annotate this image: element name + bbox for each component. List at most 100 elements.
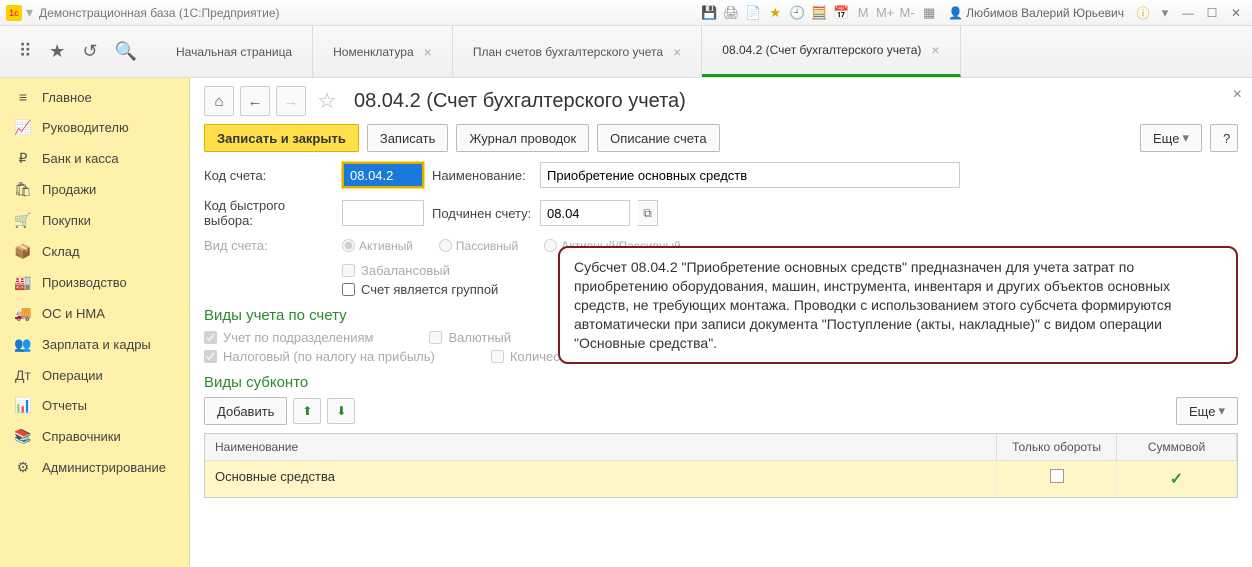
grid-icon[interactable]: ▦: [920, 4, 938, 22]
tab-label: План счетов бухгалтерского учета: [473, 45, 663, 59]
parent-label: Подчинен счету:: [432, 206, 532, 221]
table-row[interactable]: Основные средства ✓: [205, 461, 1237, 497]
sidebar-item-label: Покупки: [42, 213, 91, 228]
clock-icon[interactable]: 🕘: [788, 4, 806, 22]
more-subconto-button[interactable]: Еще: [1176, 397, 1238, 425]
sidebar-item-manager[interactable]: 📈Руководителю: [0, 112, 189, 143]
info-icon[interactable]: ⓘ: [1134, 4, 1152, 22]
tab-label: 08.04.2 (Счет бухгалтерского учета): [722, 43, 921, 57]
home-button[interactable]: ⌂: [204, 86, 234, 116]
checkbox-label: Налоговый (по налогу на прибыль): [223, 349, 435, 364]
subconto-section: Виды субконто: [204, 374, 1238, 391]
bag-icon: 🛍: [14, 181, 32, 198]
quick-code-input[interactable]: [342, 200, 424, 226]
memory-m-icon[interactable]: M: [854, 4, 872, 22]
journal-button[interactable]: Журнал проводок: [456, 124, 589, 152]
chart-icon: 📈: [14, 119, 32, 136]
memory-mminus-icon[interactable]: M-: [898, 4, 916, 22]
app-logo-icon: 1c: [6, 5, 22, 21]
ledger-icon: Дт: [14, 367, 32, 383]
add-button[interactable]: Добавить: [204, 397, 287, 425]
people-icon: 👥: [14, 336, 32, 353]
sidebar-item-label: Зарплата и кадры: [42, 337, 151, 352]
info-dropdown-icon[interactable]: ▾: [1156, 4, 1174, 22]
code-label: Код счета:: [204, 168, 334, 183]
col-sum[interactable]: Суммовой: [1117, 434, 1237, 460]
document-icon[interactable]: 📄: [744, 4, 762, 22]
move-down-button[interactable]: ⬇: [327, 398, 355, 424]
cell-sum[interactable]: ✓: [1117, 461, 1237, 497]
tab-start-page[interactable]: Начальная страница: [156, 26, 313, 77]
page-title: 08.04.2 (Счет бухгалтерского учета): [354, 90, 686, 113]
radio-active: Активный: [342, 239, 413, 253]
minimize-button[interactable]: —: [1178, 5, 1198, 21]
kind-label: Вид счета:: [204, 238, 334, 253]
sidebar-item-label: Производство: [42, 275, 127, 290]
sidebar-item-sales[interactable]: 🛍Продажи: [0, 174, 189, 205]
history-dropdown-icon[interactable]: ▾: [26, 4, 33, 21]
tab-nomenclature[interactable]: Номенклатура: [313, 26, 453, 77]
close-window-button[interactable]: ✕: [1226, 5, 1246, 21]
print-icon[interactable]: 🖨: [722, 4, 740, 22]
close-form-button[interactable]: ×: [1233, 86, 1242, 104]
name-input[interactable]: [540, 162, 960, 188]
sidebar-item-production[interactable]: 🏭Производство: [0, 267, 189, 298]
help-button[interactable]: ?: [1210, 124, 1238, 152]
cell-turnover[interactable]: [997, 461, 1117, 497]
radio-label: Пассивный: [456, 239, 518, 253]
checkbox-label: Счет является группой: [361, 282, 498, 297]
description-button[interactable]: Описание счета: [597, 124, 719, 152]
sidebar-item-purchases[interactable]: 🛒Покупки: [0, 205, 189, 236]
col-name[interactable]: Наименование: [205, 434, 997, 460]
parent-picker-button[interactable]: ⧉: [638, 200, 658, 226]
checkbox-label: Валютный: [448, 330, 511, 345]
col-turnover[interactable]: Только обороты: [997, 434, 1117, 460]
is-group-checkbox: Счет является группой: [342, 282, 498, 297]
maximize-button[interactable]: ☐: [1202, 5, 1222, 21]
report-icon: 📊: [14, 397, 32, 414]
sidebar-item-warehouse[interactable]: 📦Склад: [0, 236, 189, 267]
app-grid-icon[interactable]: ⠿: [19, 41, 32, 62]
move-up-button[interactable]: ⬆: [293, 398, 321, 424]
sidebar-item-catalogs[interactable]: 📚Справочники: [0, 421, 189, 452]
favorite-toggle-button[interactable]: ☆: [312, 86, 342, 116]
sidebar-item-label: Отчеты: [42, 398, 87, 413]
search-icon[interactable]: 🔍: [115, 41, 137, 62]
save-button[interactable]: Записать: [367, 124, 449, 152]
memory-mplus-icon[interactable]: M+: [876, 4, 894, 22]
by-department-checkbox: Учет по подразделениям: [204, 330, 373, 345]
checkbox-label: Учет по подразделениям: [223, 330, 373, 345]
gear-icon: ⚙: [14, 459, 32, 476]
sidebar-item-label: ОС и НМА: [42, 306, 105, 321]
truck-icon: 🚚: [14, 305, 32, 322]
code-input[interactable]: [342, 162, 424, 188]
sidebar-item-payroll[interactable]: 👥 Зарплата и кадры: [0, 329, 189, 360]
current-user[interactable]: 👤Любимов Валерий Юрьевич: [948, 6, 1124, 20]
calendar-icon[interactable]: 📅: [832, 4, 850, 22]
favorite-icon[interactable]: ★: [766, 4, 784, 22]
sidebar-item-reports[interactable]: 📊 Отчеты: [0, 390, 189, 421]
history-icon[interactable]: ↺: [83, 41, 98, 62]
checkbox-unchecked-icon: [1050, 469, 1064, 483]
sidebar-item-assets[interactable]: 🚚 ОС и НМА: [0, 298, 189, 329]
calculator-icon[interactable]: 🧮: [810, 4, 828, 22]
save-and-close-button[interactable]: Записать и закрыть: [204, 124, 359, 152]
sidebar-item-admin[interactable]: ⚙Администрирование: [0, 452, 189, 483]
nav-forward-button[interactable]: →: [276, 86, 306, 116]
check-icon: ✓: [1170, 471, 1183, 488]
list-icon: ≡: [14, 89, 32, 105]
save-icon[interactable]: 💾: [700, 4, 718, 22]
sidebar-item-operations[interactable]: ДтОперации: [0, 360, 189, 390]
tab-chart-of-accounts[interactable]: План счетов бухгалтерского учета: [453, 26, 702, 77]
sidebar-item-bank[interactable]: ₽Банк и касса: [0, 143, 189, 174]
more-actions-button[interactable]: Еще: [1140, 124, 1202, 152]
tab-account-08042[interactable]: 08.04.2 (Счет бухгалтерского учета): [702, 26, 960, 77]
star-icon[interactable]: ★: [49, 41, 65, 62]
parent-input[interactable]: [540, 200, 630, 226]
window-title: Демонстрационная база (1С:Предприятие): [39, 6, 279, 20]
checkbox-label: Забалансовый: [361, 263, 450, 278]
nav-back-button[interactable]: ←: [240, 86, 270, 116]
user-icon: 👤: [948, 6, 963, 20]
sidebar-item-main[interactable]: ≡Главное: [0, 82, 189, 112]
ruble-icon: ₽: [14, 150, 32, 167]
